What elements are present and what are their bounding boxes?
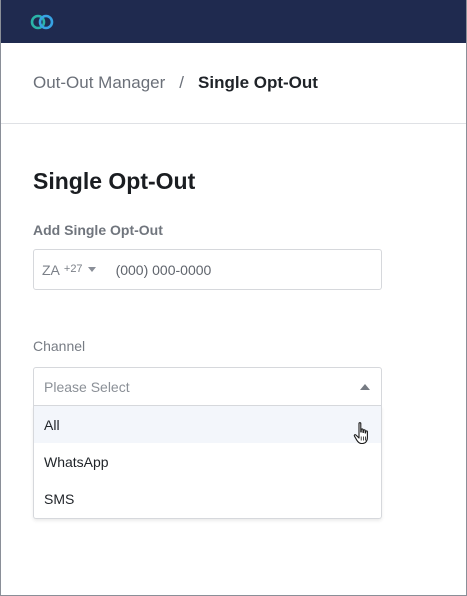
top-navigation-bar [0, 0, 467, 43]
channel-dropdown-list: All WhatsApp SMS [33, 406, 382, 519]
country-code-selector[interactable]: ZA +27 [42, 262, 96, 278]
channel-select-box[interactable]: Please Select [33, 367, 382, 406]
caret-up-icon [360, 383, 370, 390]
phone-field-label: Add Single Opt-Out [33, 222, 163, 238]
channel-select-placeholder: Please Select [44, 378, 130, 395]
hand-pointer-cursor-icon [353, 422, 368, 445]
channel-select: Please Select All WhatsApp SMS [33, 367, 382, 519]
page-title: Single Opt-Out [33, 168, 196, 194]
phone-field: ZA +27 [33, 249, 382, 290]
caret-down-icon [87, 266, 96, 272]
breadcrumb-parent-link[interactable]: Out-Out Manager [33, 73, 165, 93]
channel-label: Channel [33, 338, 86, 354]
breadcrumb: Out-Out Manager / Single Opt-Out [0, 43, 467, 124]
channel-option-sms[interactable]: SMS [34, 480, 381, 518]
phone-number-input[interactable] [115, 261, 316, 278]
infinity-rings-logo[interactable] [30, 13, 54, 31]
country-code: ZA [42, 261, 60, 278]
channel-option-whatsapp[interactable]: WhatsApp [34, 443, 381, 480]
main-content: Single Opt-Out Add Single Opt-Out ZA +27… [0, 168, 467, 519]
channel-option-all[interactable]: All [34, 406, 381, 443]
breadcrumb-current: Single Opt-Out [198, 73, 318, 92]
breadcrumb-separator: / [179, 73, 185, 92]
dial-code: +27 [63, 262, 83, 275]
